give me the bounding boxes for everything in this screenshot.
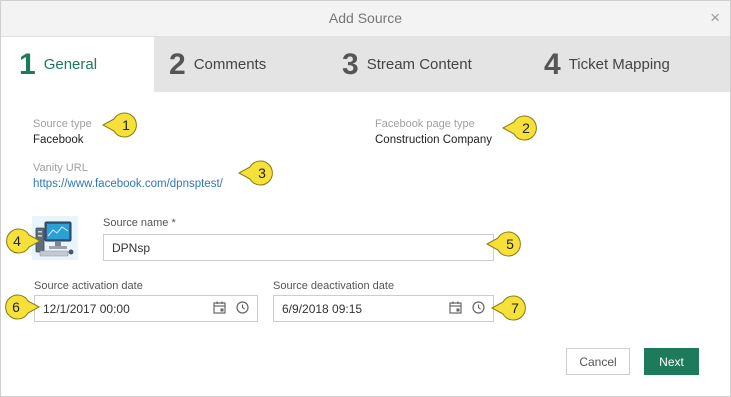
source-name-value: DPNsp <box>112 240 151 255</box>
clock-icon[interactable] <box>472 301 485 317</box>
tab-ticket-mapping[interactable]: 4 Ticket Mapping <box>544 37 670 92</box>
callout-number: 1 <box>122 117 130 133</box>
cancel-button[interactable]: Cancel <box>566 348 630 375</box>
dialog-title: Add Source <box>328 10 403 26</box>
vanity-url-label: Vanity URL <box>33 162 88 174</box>
deactivation-date-label: Source deactivation date <box>273 280 395 292</box>
next-button[interactable]: Next <box>644 348 699 375</box>
callout-number: 6 <box>12 299 20 315</box>
callout-4: 4 <box>4 227 42 255</box>
add-source-dialog: Add Source × 1 General 2 Comments 3 Stre… <box>0 0 731 397</box>
tab-number: 1 <box>19 47 36 81</box>
page-type-label: Facebook page type <box>375 118 475 130</box>
calendar-icon[interactable] <box>213 301 226 317</box>
tab-general[interactable]: 1 General <box>1 37 154 92</box>
activation-date-label: Source activation date <box>34 280 143 292</box>
callout-3: 3 <box>237 159 275 187</box>
callout-7: 7 <box>490 294 528 322</box>
callout-1: 1 <box>101 111 139 139</box>
tab-label: Ticket Mapping <box>568 56 670 73</box>
source-type-label: Source type <box>33 118 92 130</box>
deactivation-date-value: 6/9/2018 09:15 <box>282 301 363 316</box>
tab-stream-content[interactable]: 3 Stream Content <box>342 37 472 92</box>
deactivation-date-input[interactable]: 6/9/2018 09:15 <box>273 295 494 322</box>
callout-2: 2 <box>501 114 539 142</box>
activation-date-input[interactable]: 12/1/2017 00:00 <box>34 295 258 322</box>
tab-label: General <box>43 56 98 73</box>
callout-number: 5 <box>506 236 514 252</box>
wizard-tabs: 1 General 2 Comments 3 Stream Content 4 … <box>1 37 730 92</box>
callout-6: 6 <box>3 293 41 321</box>
tab-label: Stream Content <box>366 56 472 73</box>
callout-number: 4 <box>13 233 21 249</box>
callout-number: 3 <box>258 165 266 181</box>
tab-number: 3 <box>342 47 359 81</box>
vanity-url-link[interactable]: https://www.facebook.com/dpnsptest/ <box>33 178 223 190</box>
tab-comments[interactable]: 2 Comments <box>169 37 266 92</box>
callout-number: 2 <box>522 120 530 136</box>
dialog-titlebar: Add Source × <box>1 1 730 37</box>
source-name-input[interactable]: DPNsp <box>103 234 494 261</box>
activation-date-value: 12/1/2017 00:00 <box>43 301 130 316</box>
page-type-value: Construction Company <box>375 134 492 146</box>
tab-number: 2 <box>169 47 186 81</box>
computer-avatar-icon <box>32 216 78 260</box>
calendar-icon[interactable] <box>449 301 462 317</box>
tab-number: 4 <box>544 47 561 81</box>
source-name-label: Source name * <box>103 217 176 229</box>
callout-5: 5 <box>485 230 523 258</box>
callout-number: 7 <box>511 300 519 316</box>
clock-icon[interactable] <box>236 301 249 317</box>
close-icon[interactable]: × <box>710 9 720 27</box>
tab-label: Comments <box>193 56 267 73</box>
source-type-value: Facebook <box>33 134 84 146</box>
